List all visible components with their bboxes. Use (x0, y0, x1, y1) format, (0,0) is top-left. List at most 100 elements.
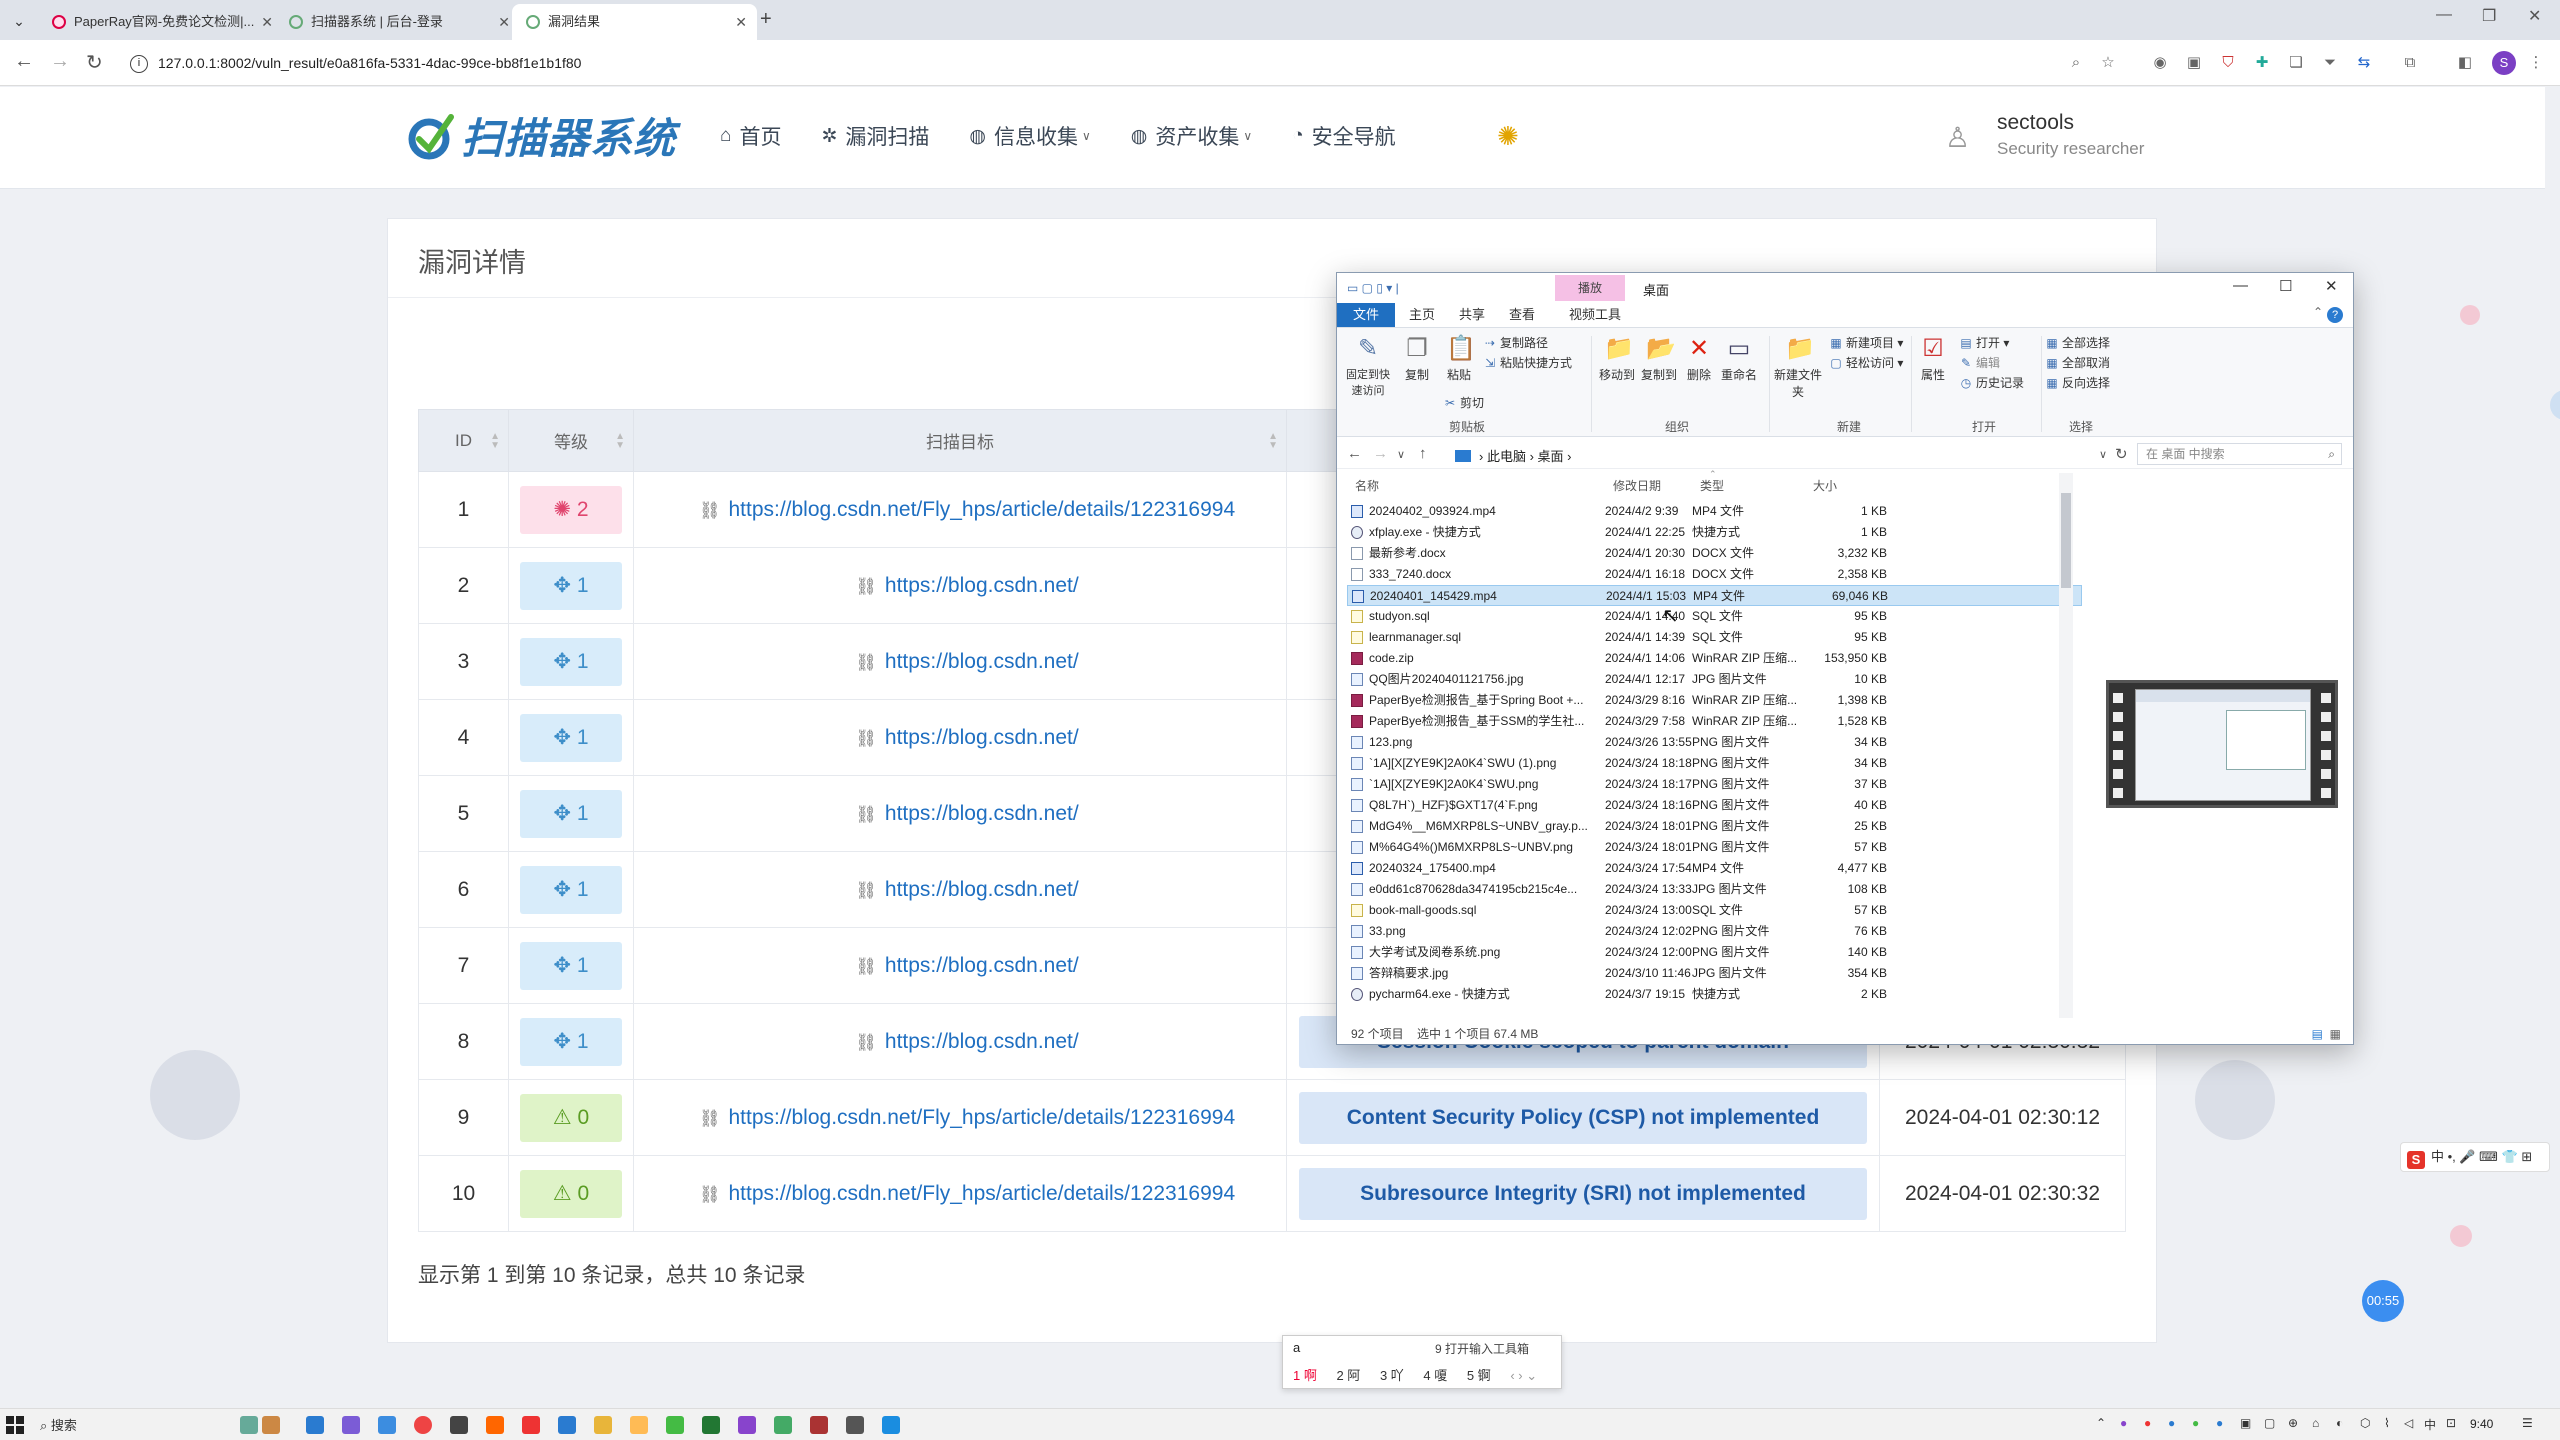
breadcrumb[interactable]: › 此电脑 › 桌面 › (1455, 446, 1572, 465)
taskbar-app-icon[interactable] (522, 1416, 540, 1434)
nav-home[interactable]: ⌂ 首页 (720, 121, 781, 151)
file-row[interactable]: 333_7240.docx 2024/4/1 16:18 DOCX 文件 2,358 … (1347, 564, 2082, 585)
back-icon[interactable]: ← (14, 50, 34, 73)
invert-selection-button[interactable]: ▦ 反向选择 (2045, 374, 2110, 391)
profile-avatar[interactable]: S (2492, 51, 2516, 75)
col-name-header[interactable]: 名称 (1355, 477, 1379, 494)
breadcrumb-item[interactable]: 此电脑 (1487, 449, 1526, 464)
file-row[interactable]: code.zip 2024/4/1 14:06 WinRAR ZIP 压缩... 15… (1347, 648, 2082, 669)
file-list-scrollbar[interactable] (2059, 473, 2073, 1018)
recording-timer[interactable]: 00:55 (2362, 1280, 2404, 1322)
sidebar-toggle-icon[interactable]: ◧ (2455, 53, 2475, 73)
new-folder-button[interactable]: 📁 新建文件夹 (1773, 334, 1823, 400)
zoom-icon[interactable]: ⌕ (2066, 53, 2086, 73)
file-row[interactable]: book-mall-goods.sql 2024/3/24 13:00 SQL 文件… (1347, 900, 2082, 921)
tray-wechat-icon[interactable]: ● (2192, 1416, 2199, 1430)
file-row-selected[interactable]: 20240401_145429.mp4 2024/4/1 15:03 MP4 文件 6… (1347, 585, 2082, 606)
ribbon-tab-file[interactable]: 文件 (1337, 303, 1395, 327)
recent-dropdown-icon[interactable]: ∨ (1397, 448, 1405, 461)
volume-icon[interactable]: ◁ (2404, 1416, 2413, 1430)
ime-candidate[interactable]: 5 锕 (1467, 1368, 1491, 1383)
large-icons-view-icon[interactable]: ▦ (2330, 1023, 2341, 1045)
close-tab-icon[interactable]: ✕ (261, 4, 273, 40)
extension-copy-icon[interactable]: ❏ (2286, 53, 2306, 73)
copy-path-button[interactable]: ⇢ 复制路径 (1483, 334, 1548, 351)
extension-shield-icon[interactable]: ⛉ (2218, 53, 2238, 73)
extension-translate-icon[interactable]: ⇆ (2354, 53, 2374, 73)
url-field[interactable]: i 127.0.0.1:8002/vuln_result/e0a816fa-533… (130, 49, 2120, 77)
vuln-name-badge[interactable]: Subresource Integrity (SRI) not implemen… (1299, 1167, 1867, 1220)
select-none-button[interactable]: ▦ 全部取消 (2045, 354, 2110, 371)
target-link[interactable]: https://blog.csdn.net/ (885, 878, 1079, 901)
tray-app-icon[interactable]: ● (2216, 1416, 2223, 1430)
taskbar-search[interactable]: ⌕ 搜索 (40, 1415, 230, 1435)
ribbon-tab-share[interactable]: 共享 (1449, 303, 1495, 327)
clock[interactable]: 9:40 (2470, 1417, 2493, 1431)
quick-access-toolbar-icon[interactable]: ▭ ▢ ▯ ▾ | (1347, 281, 1399, 295)
windows-start-icon[interactable] (6, 1416, 24, 1434)
tray-app-icon[interactable]: ● (2168, 1416, 2175, 1430)
target-link[interactable]: https://blog.csdn.net/ (885, 726, 1079, 749)
back-icon[interactable]: ← (1347, 445, 1362, 462)
col-type-header[interactable]: 类型 (1700, 477, 1724, 494)
taskbar-app-icon[interactable] (702, 1416, 720, 1434)
file-row[interactable]: `1A][X[ZYE9K]2A0K4`SWU.png 2024/3/24 18:1… (1347, 774, 2082, 795)
tab-search-icon[interactable]: ⌄ (8, 10, 30, 32)
ime-toolbar[interactable]: S 中 •, 🎤 ⌨ 👕 ⊞ (2400, 1142, 2550, 1172)
forward-icon[interactable]: → (50, 50, 70, 73)
target-link[interactable]: https://blog.csdn.net/Fly_hps/article/de… (728, 498, 1235, 521)
file-row[interactable]: 33.png 2024/3/24 12:02 PNG 图片文件 76 KB (1347, 921, 2082, 942)
file-row[interactable]: PaperBye检测报告_基于SSM的学生社... 2024/3/29 7:58 W… (1347, 711, 2082, 732)
taskbar-app-icon[interactable] (630, 1416, 648, 1434)
table-row[interactable]: 10 ⚠ 0 ⛓ https://blog.csdn.net/Fly_hps/arti… (418, 1155, 2126, 1232)
taskbar-app-icon[interactable] (342, 1416, 360, 1434)
ribbon-tab-view[interactable]: 查看 (1499, 303, 1545, 327)
tray-app-icon[interactable]: ⬡ (2360, 1416, 2370, 1430)
file-row[interactable]: `1A][X[ZYE9K]2A0K4`SWU (1).png 2024/3/24 … (1347, 753, 2082, 774)
ribbon-tab-video-tools[interactable]: 视频工具 (1559, 303, 1631, 327)
copy-to-button[interactable]: 📂 复制到 (1639, 334, 1679, 383)
ime-toolbox-hint[interactable]: 9 打开输入工具箱 (1435, 1340, 1529, 1357)
ime-page-arrows-icon[interactable]: ‹ › ⌄ (1510, 1368, 1537, 1383)
tray-app-icon[interactable]: ⌂ (2312, 1416, 2319, 1430)
taskbar-app-icon[interactable] (774, 1416, 792, 1434)
delete-button[interactable]: ✕ 删除 (1683, 334, 1715, 383)
collapse-ribbon-icon[interactable]: ⌃ (2313, 305, 2323, 319)
close-tab-icon[interactable]: ✕ (735, 4, 747, 40)
ribbon-tab-home[interactable]: 主页 (1399, 303, 1445, 327)
edit-button[interactable]: ✎ 编辑 (1959, 354, 2000, 371)
cut-button[interactable]: ✂ 剪切 (1443, 394, 1484, 411)
taskbar-app-icon[interactable] (846, 1416, 864, 1434)
chrome-icon[interactable] (414, 1416, 432, 1434)
target-link[interactable]: https://blog.csdn.net/ (885, 650, 1079, 673)
browser-tab-active[interactable]: 漏洞结果 ✕ (512, 4, 757, 40)
file-row[interactable]: MdG4%__M6MXRP8LS~UNBV_gray.p... 2024/3/24… (1347, 816, 2082, 837)
file-row[interactable]: 最新参考.docx 2024/4/1 20:30 DOCX 文件 3,232 KB (1347, 543, 2082, 564)
nav-info-collect[interactable]: ◍ 信息收集 ∨ (969, 121, 1090, 151)
taskbar-app-icon[interactable] (558, 1416, 576, 1434)
pin-quick-access-button[interactable]: ✎ 固定到快速访问 (1343, 334, 1393, 398)
site-info-icon[interactable]: i (130, 55, 148, 74)
target-link[interactable]: https://blog.csdn.net/ (885, 574, 1079, 597)
file-row[interactable]: 大学考试及阅卷系统.png 2024/3/24 12:00 PNG 图片文件 140 … (1347, 942, 2082, 963)
file-row[interactable]: learnmanager.sql 2024/4/1 14:39 SQL 文件 95 K… (1347, 627, 2082, 648)
notifications-icon[interactable]: ☰ (2522, 1416, 2533, 1430)
tray-app-icon[interactable]: ⊡ (2446, 1416, 2456, 1430)
browser-menu-icon[interactable]: ⋮ (2526, 53, 2546, 73)
properties-button[interactable]: ☑ 属性 (1915, 334, 1951, 383)
browser-tab[interactable]: 扫描器系统 | 后台-登录 ✕ (275, 4, 520, 40)
browser-tab[interactable]: PaperRay官网-免费论文检测|... ✕ (38, 4, 283, 40)
tray-app-icon[interactable]: ▣ (2240, 1416, 2251, 1430)
close-window-icon[interactable]: ✕ (2325, 277, 2338, 295)
taskbar-widget-icon[interactable] (240, 1416, 258, 1434)
explorer-search-input[interactable]: 在 桌面 中搜索 ⌕ (2137, 443, 2342, 465)
close-window-icon[interactable]: ✕ (2528, 6, 2541, 26)
table-row[interactable]: 9 ⚠ 0 ⛓ https://blog.csdn.net/Fly_hps/artic… (418, 1079, 2126, 1156)
show-hidden-icons-icon[interactable]: ⌃ (2096, 1416, 2106, 1430)
file-row[interactable]: pycharm64.exe - 快捷方式 2024/3/7 19:15 快捷方式 2 … (1347, 984, 2082, 1005)
ime-candidate[interactable]: 1 啊 (1293, 1368, 1317, 1383)
extension-camera-icon[interactable]: ◉ (2150, 53, 2170, 73)
network-icon[interactable]: ⌇ (2384, 1416, 2390, 1430)
file-row[interactable]: e0dd61c870628da3474195cb215c4e... 2024/3/… (1347, 879, 2082, 900)
ime-candidate[interactable]: 2 阿 (1336, 1368, 1360, 1383)
